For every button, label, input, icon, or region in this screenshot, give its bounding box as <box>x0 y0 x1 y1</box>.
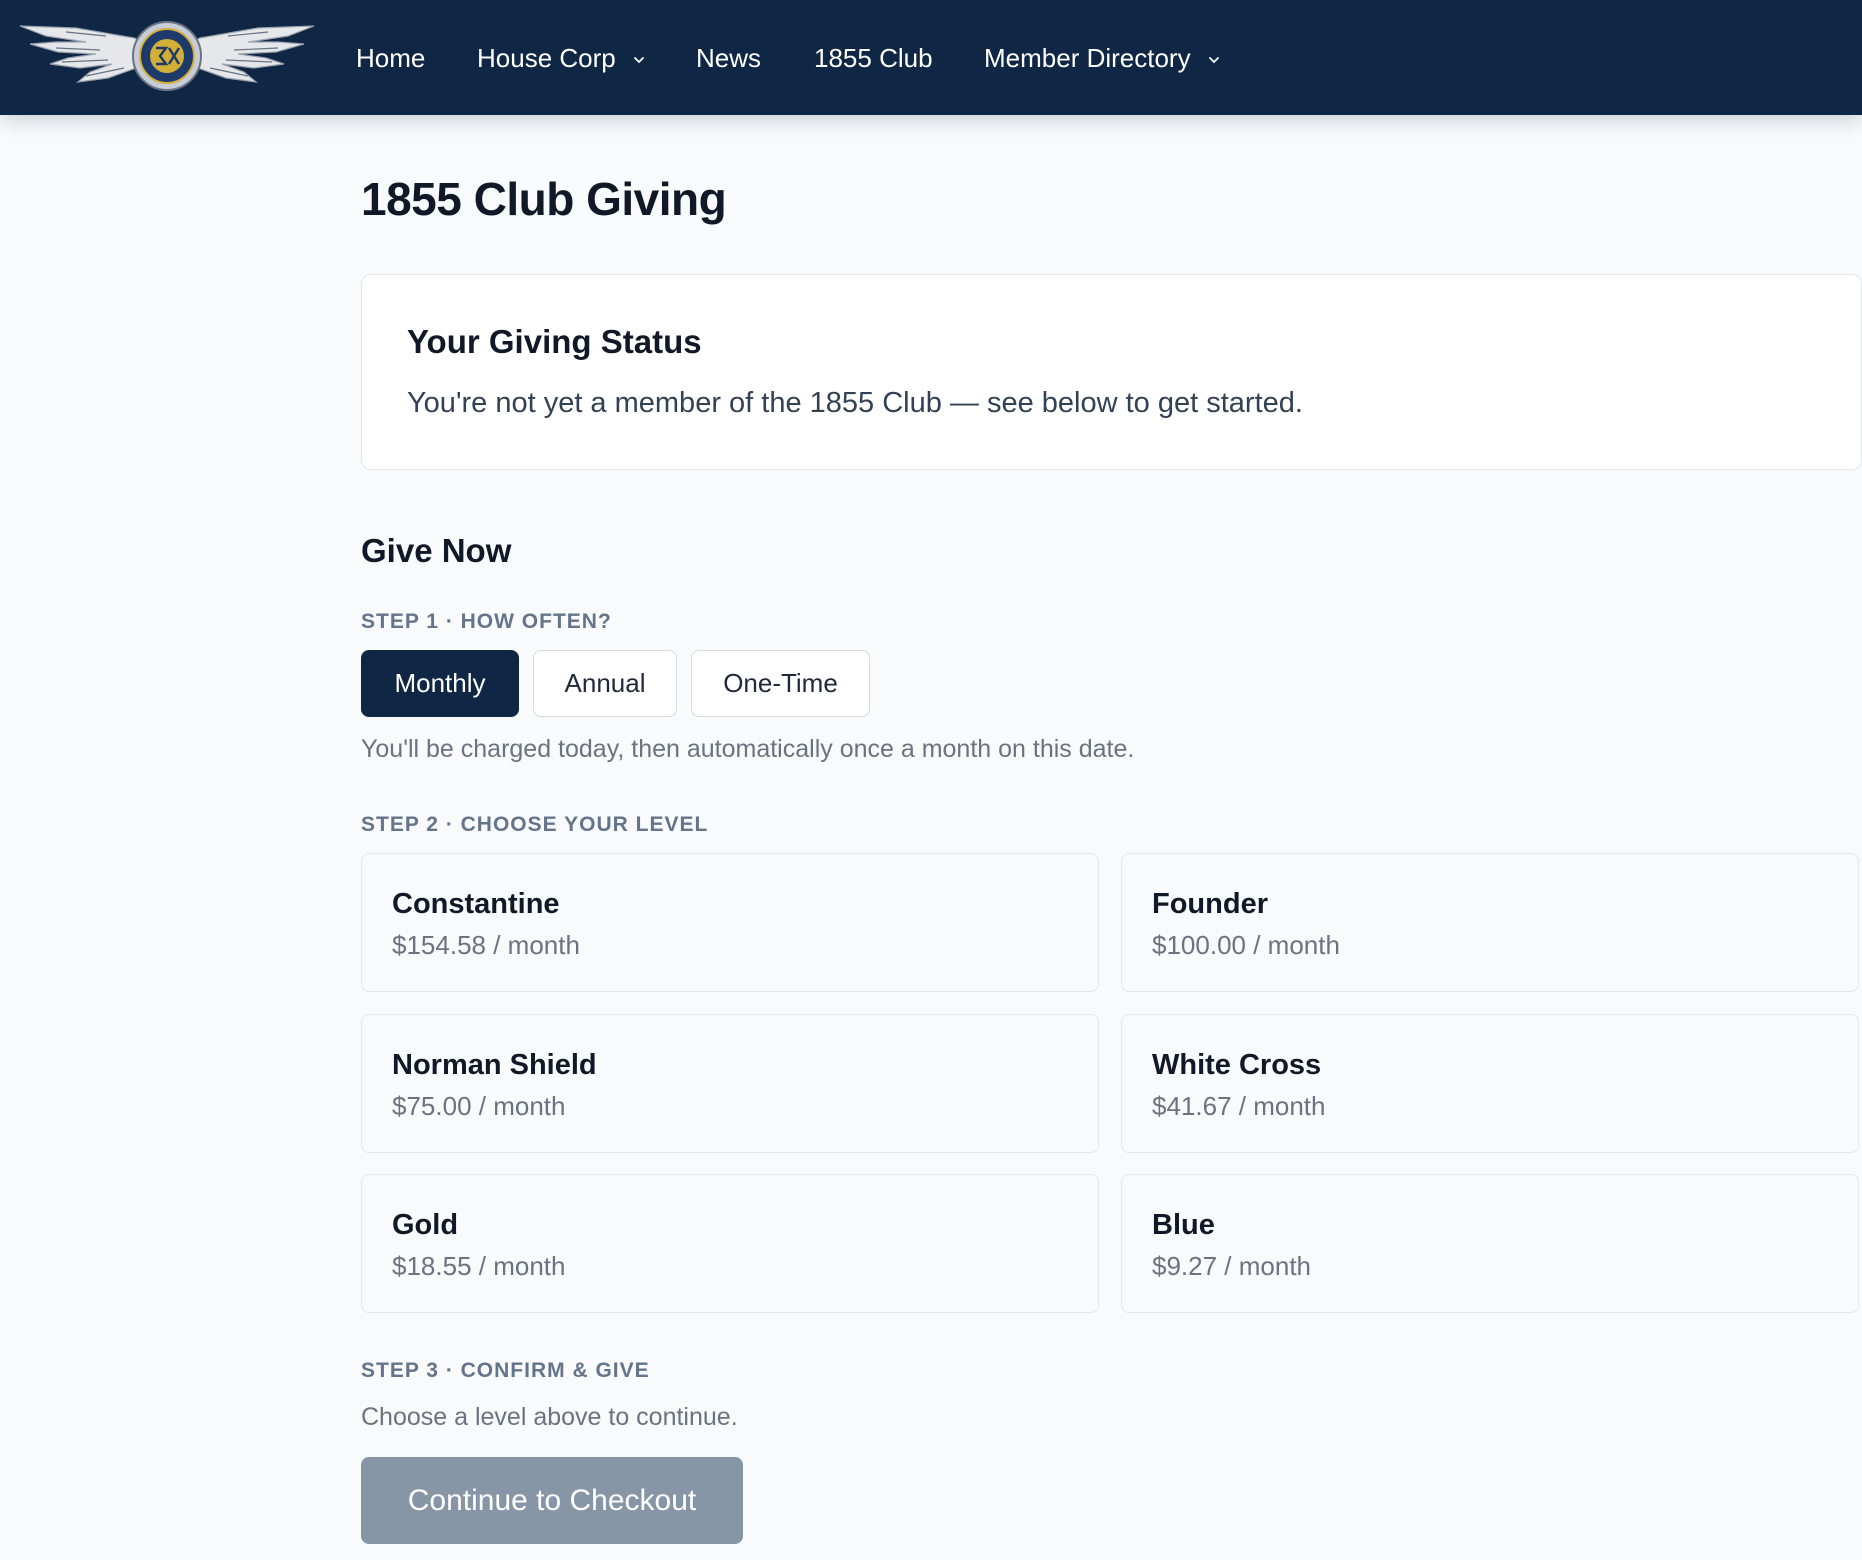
level-price: $154.58 / month <box>392 930 580 960</box>
level-price: $75.00 / month <box>392 1091 566 1121</box>
level-card-white-cross[interactable]: White Cross $41.67 / month <box>1121 1014 1859 1153</box>
nav-item-news[interactable]: News <box>696 38 761 78</box>
step3-label: STEP 3 · CONFIRM & GIVE <box>361 1359 650 1382</box>
nav-item-house-corp[interactable]: House Corp <box>477 38 645 78</box>
step1-label: STEP 1 · HOW OFTEN? <box>361 610 612 633</box>
frequency-annual-button[interactable]: Annual <box>533 650 677 717</box>
nav-item-label: 1855 Club <box>814 43 933 73</box>
giving-status-text: You're not yet a member of the 1855 Club… <box>407 387 1303 419</box>
nav-item-member-directory[interactable]: Member Directory <box>984 38 1220 78</box>
level-price: $18.55 / month <box>392 1251 566 1281</box>
level-price: $41.67 / month <box>1152 1091 1326 1121</box>
giving-status-card: Your Giving Status You're not yet a memb… <box>361 274 1862 470</box>
level-card-constantine[interactable]: Constantine $154.58 / month <box>361 853 1099 992</box>
top-navbar: Home House Corp News 1855 Club Member Di… <box>0 0 1862 115</box>
level-price: $100.00 / month <box>1152 930 1340 960</box>
step2-label: STEP 2 · CHOOSE YOUR LEVEL <box>361 813 709 836</box>
level-name: Blue <box>1152 1209 1215 1241</box>
nav-item-label: House Corp <box>477 43 616 73</box>
frequency-monthly-button[interactable]: Monthly <box>361 650 519 717</box>
nav-item-1855-club[interactable]: 1855 Club <box>814 38 933 78</box>
level-card-norman-shield[interactable]: Norman Shield $75.00 / month <box>361 1014 1099 1153</box>
level-name: White Cross <box>1152 1049 1322 1081</box>
nav-item-label: Member Directory <box>984 43 1191 73</box>
chevron-down-icon <box>633 56 645 64</box>
give-now-title: Give Now <box>361 532 512 569</box>
level-card-gold[interactable]: Gold $18.55 / month <box>361 1174 1099 1313</box>
nav-item-home[interactable]: Home <box>356 38 425 78</box>
frequency-one-time-button[interactable]: One-Time <box>691 650 870 717</box>
chevron-down-icon <box>1208 56 1220 64</box>
nav-item-label: Home <box>356 43 426 73</box>
level-name: Gold <box>392 1209 459 1241</box>
level-name: Founder <box>1152 888 1268 920</box>
confirm-helper-text: Choose a level above to continue. <box>361 1403 738 1431</box>
level-card-founder[interactable]: Founder $100.00 / month <box>1121 853 1859 992</box>
continue-to-checkout-button[interactable]: Continue to Checkout <box>361 1457 743 1544</box>
page-title: 1855 Club Giving <box>361 173 727 225</box>
frequency-option-label: Monthly <box>394 668 486 698</box>
level-name: Norman Shield <box>392 1049 597 1081</box>
fraternity-badge-logo[interactable] <box>16 12 318 94</box>
frequency-option-label: Annual <box>564 668 646 698</box>
nav-item-label: News <box>696 43 762 73</box>
frequency-helper-text: You'll be charged today, then automatica… <box>361 735 1135 763</box>
giving-status-title: Your Giving Status <box>407 323 702 360</box>
level-card-blue[interactable]: Blue $9.27 / month <box>1121 1174 1859 1313</box>
frequency-option-label: One-Time <box>723 668 838 698</box>
checkout-button-label: Continue to Checkout <box>407 1483 697 1517</box>
level-price: $9.27 / month <box>1152 1251 1311 1281</box>
level-name: Constantine <box>392 888 560 920</box>
